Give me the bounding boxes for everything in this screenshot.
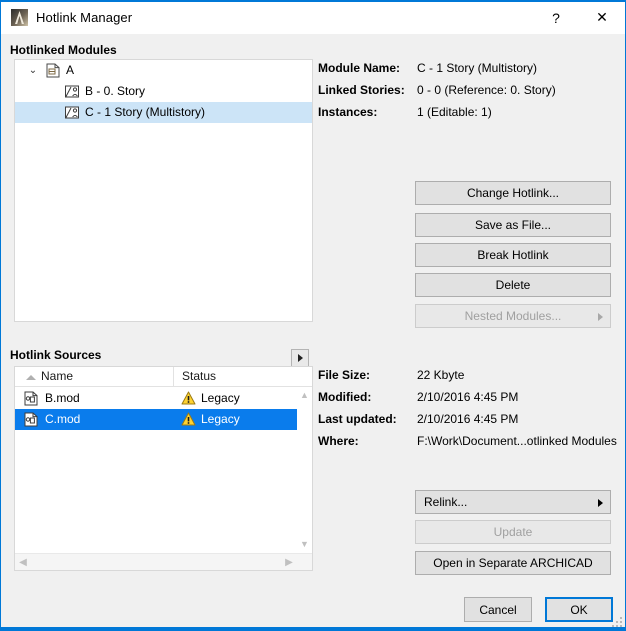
info-value: 22 Kbyte (417, 368, 464, 382)
relink-button[interactable]: Relink... (415, 490, 611, 514)
sources-list-header: Name Status (15, 367, 312, 387)
sources-vertical-scrollbar[interactable]: ▲ ▼ (297, 387, 312, 552)
hotlinked-modules-tree[interactable]: ⌄ A B - 0. Story (14, 59, 313, 322)
chevron-left-icon[interactable]: ◀ (15, 554, 31, 570)
column-header-status[interactable]: Status (173, 367, 297, 386)
mod-file-icon (23, 391, 39, 406)
update-button: Update (415, 520, 611, 544)
list-item[interactable]: C.mod Legacy (15, 409, 297, 430)
info-key: Where: (318, 434, 359, 448)
chevron-right-icon (598, 499, 603, 507)
info-key: Instances: (318, 105, 377, 119)
info-value: C - 1 Story (Multistory) (417, 61, 537, 75)
chevron-right-icon (598, 313, 603, 321)
close-button[interactable]: ✕ (579, 2, 625, 33)
ok-button[interactable]: OK (545, 597, 613, 622)
window-title: Hotlink Manager (36, 10, 132, 25)
resize-grip[interactable] (610, 615, 622, 627)
column-title: Name (41, 369, 73, 383)
hotlink-sources-label: Hotlink Sources (10, 348, 101, 362)
info-row-modified: Modified: 2/10/2016 4:45 PM (318, 390, 618, 412)
nested-modules-button: Nested Modules... (415, 304, 611, 328)
info-key: Linked Stories: (318, 83, 405, 97)
chevron-down-icon[interactable]: ⌄ (26, 60, 40, 81)
hotlink-module-icon (64, 84, 80, 99)
tree-item-c[interactable]: C - 1 Story (Multistory) (15, 102, 312, 123)
tree-item-label: A (66, 60, 74, 81)
info-value: 2/10/2016 4:45 PM (417, 390, 518, 404)
info-row-module-name: Module Name: C - 1 Story (Multistory) (318, 61, 618, 83)
file-info-panel: File Size: 22 Kbyte Modified: 2/10/2016 … (318, 368, 618, 456)
sources-expander-button[interactable] (291, 349, 309, 367)
info-row-last-updated: Last updated: 2/10/2016 4:45 PM (318, 412, 618, 434)
expand-right-icon (298, 354, 303, 362)
archicad-logo-icon (10, 8, 29, 27)
source-status: Legacy (201, 388, 240, 409)
title-bar: Hotlink Manager ? ✕ (1, 2, 625, 34)
tree-item-b[interactable]: B - 0. Story (15, 81, 312, 102)
sources-horizontal-scrollbar[interactable]: ◀ ▶ (15, 553, 312, 570)
tree-item-label: C - 1 Story (Multistory) (85, 102, 205, 123)
chevron-right-icon[interactable]: ▶ (281, 554, 297, 570)
warning-icon (181, 412, 196, 426)
help-button[interactable]: ? (533, 2, 579, 33)
module-info-panel: Module Name: C - 1 Story (Multistory) Li… (318, 61, 618, 127)
info-key: Modified: (318, 390, 371, 404)
info-value: F:\Work\Document...otlinked Modules (417, 434, 617, 448)
info-key: Module Name: (318, 61, 400, 75)
column-header-name[interactable]: Name (15, 367, 173, 386)
window-bottom-accent (1, 627, 625, 630)
list-item[interactable]: B.mod Legacy (15, 388, 297, 409)
module-document-icon (45, 63, 61, 78)
open-in-separate-archicad-button[interactable]: Open in Separate ARCHICAD (415, 551, 611, 575)
nested-modules-label: Nested Modules... (465, 309, 562, 323)
chevron-up-icon[interactable]: ▲ (297, 387, 312, 403)
source-status: Legacy (201, 409, 240, 430)
mod-file-icon (23, 412, 39, 427)
hotlink-module-icon (64, 105, 80, 120)
delete-button[interactable]: Delete (415, 273, 611, 297)
info-value: 2/10/2016 4:45 PM (417, 412, 518, 426)
source-file-name: C.mod (45, 409, 80, 430)
info-key: File Size: (318, 368, 370, 382)
break-hotlink-button[interactable]: Break Hotlink (415, 243, 611, 267)
info-key: Last updated: (318, 412, 397, 426)
tree-item-a[interactable]: ⌄ A (15, 60, 312, 81)
tree-item-label: B - 0. Story (85, 81, 145, 102)
change-hotlink-button[interactable]: Change Hotlink... (415, 181, 611, 205)
source-file-name: B.mod (45, 388, 80, 409)
info-row-linked-stories: Linked Stories: 0 - 0 (Reference: 0. Sto… (318, 83, 618, 105)
warning-icon (181, 391, 196, 405)
info-row-file-size: File Size: 22 Kbyte (318, 368, 618, 390)
relink-label: Relink... (424, 495, 467, 509)
info-row-where: Where: F:\Work\Document...otlinked Modul… (318, 434, 618, 456)
sort-ascending-icon (26, 375, 36, 380)
column-title: Status (182, 369, 216, 383)
cancel-button[interactable]: Cancel (464, 597, 532, 622)
info-row-instances: Instances: 1 (Editable: 1) (318, 105, 618, 127)
hotlinked-modules-label: Hotlinked Modules (10, 43, 117, 57)
hotlink-sources-list[interactable]: Name Status B.mod Legacy (14, 366, 313, 571)
hotlink-manager-dialog: Hotlink Manager ? ✕ Hotlinked Modules ⌄ … (0, 0, 626, 631)
chevron-down-icon[interactable]: ▼ (297, 536, 312, 552)
save-as-file-button[interactable]: Save as File... (415, 213, 611, 237)
info-value: 1 (Editable: 1) (417, 105, 492, 119)
info-value: 0 - 0 (Reference: 0. Story) (417, 83, 556, 97)
